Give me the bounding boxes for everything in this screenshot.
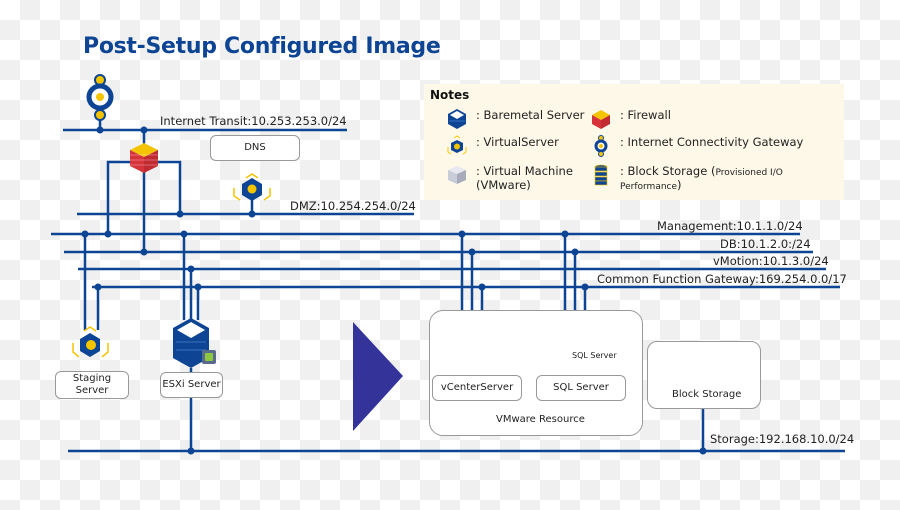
- common-function-label: Common Function Gateway:169.254.0.0/17: [597, 272, 847, 286]
- notes-title: Notes: [430, 88, 470, 102]
- firewall-icon: [130, 143, 158, 173]
- vmware-resource-label: VMware Resource: [496, 414, 585, 425]
- virtual-server-icon: [447, 135, 467, 155]
- notes-legend: Notes : Baremetal Server : Firewall : Vi…: [424, 84, 844, 200]
- note-firewall: : Firewall: [590, 108, 671, 130]
- firewall-icon: [592, 110, 610, 129]
- vmotion-label: vMotion:10.1.3.0/24: [713, 254, 829, 268]
- sql-server-box[interactable]: SQL Server: [536, 375, 626, 401]
- transition-arrow: [353, 322, 403, 431]
- dns-box[interactable]: DNS: [210, 135, 300, 161]
- note-virtual-server: : VirtualServer: [446, 135, 559, 157]
- storage-label: Storage:192.168.10.0/24: [710, 432, 855, 446]
- esxi-server-box[interactable]: ESXi Server: [160, 372, 223, 398]
- internet-transit-label: Internet Transit:10.253.253.0/24: [160, 114, 347, 128]
- staging-virtual-server-icon: [72, 326, 109, 358]
- note-virtual-machine: : Virtual Machine (VMware): [446, 164, 573, 192]
- note-internet-gateway: : Internet Connectivity Gateway: [590, 135, 803, 157]
- esxi-baremetal-icon: [173, 318, 216, 368]
- dmz-label: DMZ:10.254.254.0/24: [290, 199, 416, 213]
- sql-logo-text: SQL Server: [572, 351, 617, 360]
- virtual-machine-icon: [448, 166, 466, 184]
- management-label: Management:10.1.1.0/24: [657, 219, 803, 233]
- internet-gateway-icon: [594, 135, 608, 157]
- note-baremetal: : Baremetal Server: [446, 108, 584, 130]
- internet-gateway-icon: [86, 74, 114, 121]
- vcenter-server-box[interactable]: vCenterServer: [432, 375, 522, 401]
- staging-server-box[interactable]: Staging Server: [55, 371, 129, 399]
- db-label: DB:10.1.2.0:/24: [720, 237, 811, 251]
- block-storage-label: Block Storage: [672, 389, 742, 400]
- dns-virtual-server-icon: [233, 173, 271, 201]
- baremetal-server-icon: [448, 109, 466, 129]
- note-block-storage: : Block Storage (Provisioned I/O Perform…: [590, 164, 844, 192]
- block-storage-icon: [594, 164, 608, 186]
